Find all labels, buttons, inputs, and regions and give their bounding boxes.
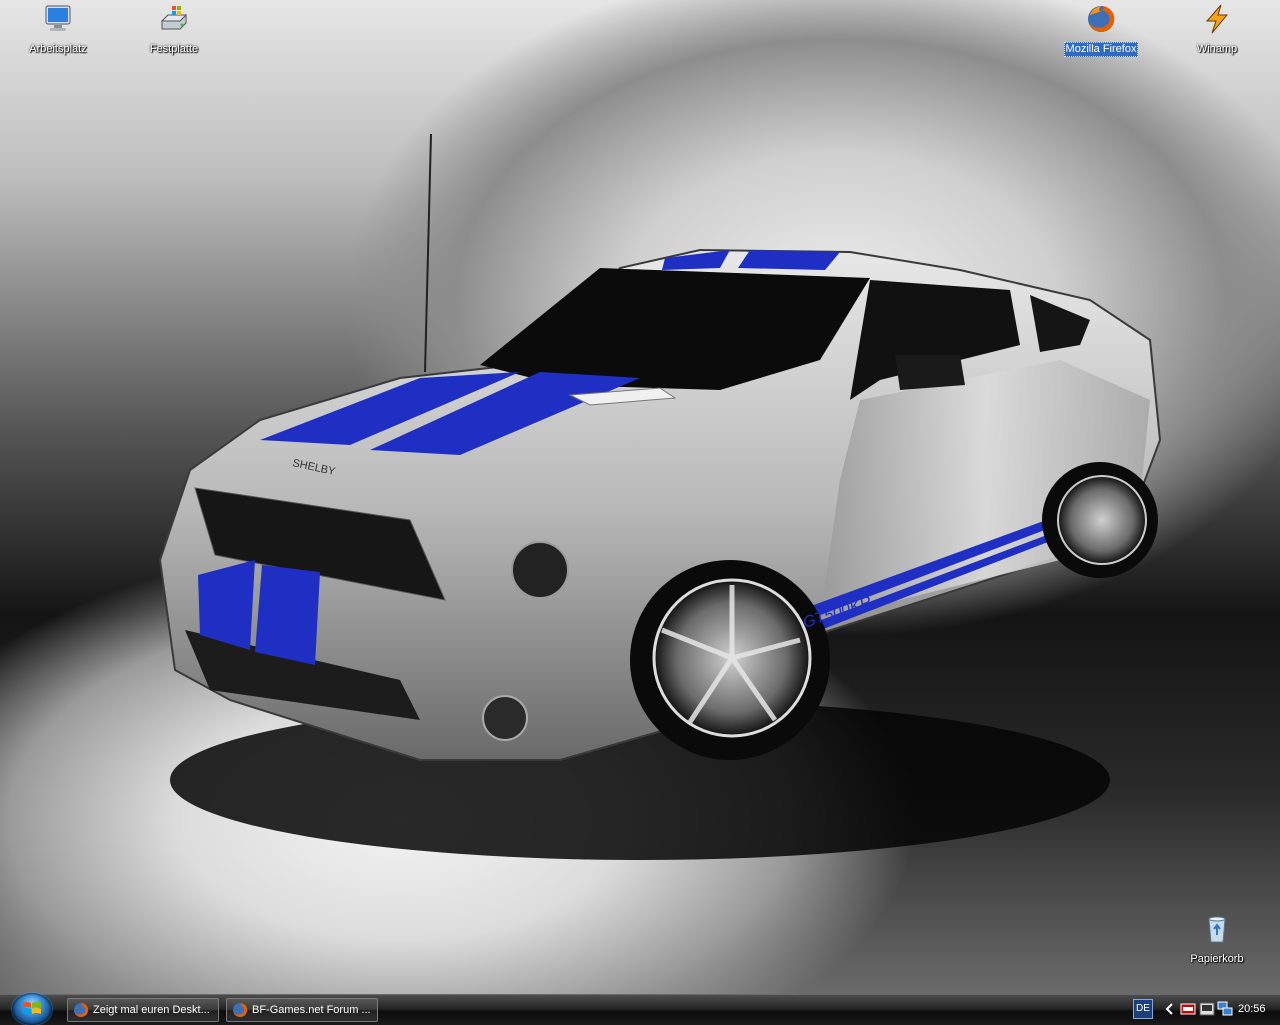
- taskbar-button-label: BF-Games.net Forum ...: [252, 1004, 371, 1016]
- desktop-icon-label: Winamp: [1196, 43, 1238, 55]
- taskbar-button-label: Zeigt mal euren Deskt...: [93, 1004, 210, 1016]
- network-icon[interactable]: [1217, 1001, 1233, 1017]
- desktop-icon-arbeitsplatz[interactable]: Arbeitsplatz: [10, 3, 106, 57]
- windows-logo-icon: [23, 1002, 41, 1014]
- desktop-icon-label: Papierkorb: [1190, 953, 1244, 965]
- taskbar-button-bf-games-forum[interactable]: BF-Games.net Forum ...: [226, 998, 378, 1022]
- wallpaper-car-art: SHELBY GT500KR: [158, 133, 1162, 860]
- desktop-icon-label: Festplatte: [149, 43, 199, 55]
- antivirus-tray-icon[interactable]: [1180, 1001, 1196, 1017]
- messenger-tray-icon[interactable]: [1199, 1001, 1215, 1017]
- firefox-icon: [1088, 5, 1115, 32]
- computer-icon: [45, 5, 71, 31]
- desktop-icon-winamp[interactable]: Winamp: [1169, 3, 1265, 57]
- taskbar-button-zeigt-mal-euren-desktop[interactable]: Zeigt mal euren Deskt...: [67, 998, 219, 1022]
- taskbar: Zeigt mal euren Deskt... BF-Games.net Fo…: [0, 993, 1280, 1025]
- recycle-bin-icon: [1208, 916, 1226, 943]
- desktop-icon-papierkorb[interactable]: Papierkorb: [1169, 913, 1265, 967]
- start-button[interactable]: [12, 993, 52, 1025]
- desktop-icon-label: Mozilla Firefox: [1063, 42, 1139, 57]
- language-indicator[interactable]: DE: [1133, 999, 1153, 1019]
- hard-drive-icon: [160, 6, 188, 30]
- desktop-icon-mozilla-firefox[interactable]: Mozilla Firefox: [1053, 3, 1149, 57]
- firefox-icon: [233, 1002, 248, 1017]
- desktop-wallpaper: SHELBY GT500KR: [0, 0, 1280, 994]
- desktop-icon-label: Arbeitsplatz: [29, 43, 87, 55]
- firefox-icon: [74, 1002, 89, 1017]
- winamp-icon: [1205, 4, 1229, 34]
- desktop-icon-festplatte[interactable]: Festplatte: [126, 3, 222, 57]
- taskbar-clock[interactable]: 20:56: [1238, 1001, 1266, 1017]
- chevron-left-icon[interactable]: [1162, 1001, 1178, 1017]
